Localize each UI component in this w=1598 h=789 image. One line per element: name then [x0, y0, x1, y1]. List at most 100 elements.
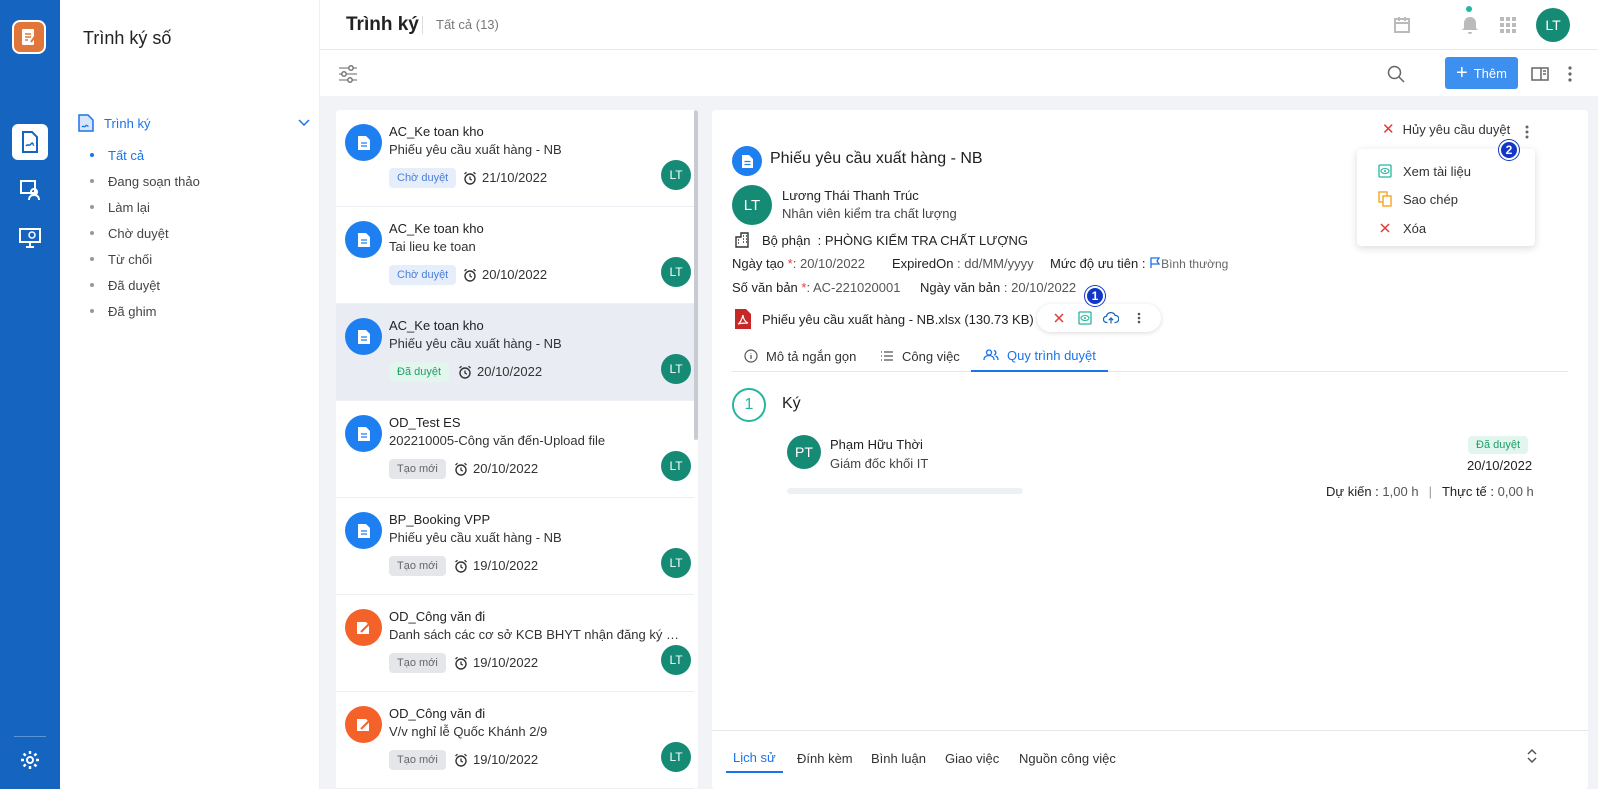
tab-nguon-cong-viec[interactable]: Nguồn công việc [1019, 743, 1116, 773]
sidebar-item-label: Chờ duyệt [108, 225, 169, 241]
eta-value: 1,00 h [1382, 484, 1419, 499]
list-item[interactable]: OD_Công văn đi V/v nghỉ lễ Quốc Khánh 2/… [336, 692, 694, 789]
list-item[interactable]: OD_Công văn đi Danh sách các cơ sở KCB B… [336, 595, 694, 692]
item-title: Phiếu yêu cầu xuất hàng - NB [389, 530, 562, 545]
tab-quy-trinh-duyet[interactable]: Quy trình duyệt [971, 340, 1108, 372]
menu-item-xoa[interactable]: Xóa [1377, 218, 1426, 238]
item-count: Tất cả (13) [436, 17, 499, 32]
filter-sliders-icon[interactable] [336, 62, 360, 86]
add-button[interactable]: + Thêm [1445, 57, 1518, 89]
app-logo-icon[interactable] [12, 20, 46, 54]
preview-eye-icon[interactable] [1077, 310, 1093, 326]
item-date-text: 21/10/2022 [482, 170, 548, 185]
approver-avatar: PT [787, 435, 821, 469]
tab-label: Công việc [902, 348, 960, 364]
building-icon [735, 232, 749, 248]
expired-on: ExpiredOn : dd/MM/yyyy [892, 256, 1034, 271]
sidebar-item-dang-soan-thao[interactable]: Đang soạn thảo [90, 168, 200, 194]
document-icon [345, 415, 382, 452]
calendar-icon[interactable] [1390, 13, 1414, 37]
sidebar-item-label: Đã duyệt [108, 277, 161, 293]
attachment-row[interactable]: Phiếu yêu cầu xuất hàng - NB.xlsx (130.7… [732, 307, 1034, 331]
tab-giao-viec[interactable]: Giao việc [945, 743, 999, 773]
menu-item-xem-tai-lieu[interactable]: Xem tài liệu [1377, 161, 1471, 181]
status-badge: Tạo mới [389, 459, 446, 479]
sidebar-item-cho-duyet[interactable]: Chờ duyệt [90, 220, 200, 246]
bullet [90, 153, 94, 157]
cloud-upload-icon[interactable] [1103, 310, 1119, 326]
flag-icon [1150, 257, 1161, 268]
avatar: LT [661, 257, 691, 287]
item-date: 19/10/2022 [454, 655, 538, 670]
item-date-text: 19/10/2022 [473, 752, 539, 767]
alarm-clock-icon [464, 171, 476, 185]
sidebar-item-da-ghim[interactable]: Đã ghim [90, 298, 200, 324]
list-item[interactable]: AC_Ke toan kho Tai lieu ke toan Chờ duyệ… [336, 207, 694, 304]
document-signature-icon [78, 114, 94, 132]
docno-value: : AC-221020001 [806, 280, 901, 295]
item-date-text: 19/10/2022 [473, 558, 539, 573]
separator: | [1428, 484, 1432, 499]
sidebar-item-tat-ca[interactable]: Tất cả [90, 142, 200, 168]
creator-avatar: LT [732, 185, 772, 225]
time-estimate: Dự kiến : 1,00 h | Thực tế : 0,00 h [1326, 484, 1534, 499]
more-vertical-icon[interactable] [1558, 62, 1582, 86]
tab-dinh-kem[interactable]: Đính kèm [797, 743, 853, 773]
alarm-clock-icon [455, 559, 467, 573]
approval-person-icon[interactable] [12, 172, 48, 208]
sidebar-item-label: Tất cả [108, 147, 145, 163]
list-item[interactable]: AC_Ke toan kho Phiếu yêu cầu xuất hàng -… [336, 110, 694, 207]
item-group: OD_Công văn đi [389, 609, 486, 624]
sidebar-group-trinh-ky[interactable]: Trình ký [78, 112, 310, 134]
status-badge: Tạo mới [389, 653, 446, 673]
more-vertical-icon[interactable] [1520, 122, 1534, 142]
chevron-down-icon[interactable] [298, 119, 310, 127]
tab-lich-su[interactable]: Lịch sử [726, 743, 783, 773]
bell-icon[interactable] [1458, 13, 1482, 37]
tab-cong-viec[interactable]: Công việc [880, 340, 960, 372]
sidebar-item-tu-choi[interactable]: Từ chối [90, 246, 200, 272]
sidebar-item-da-duyet[interactable]: Đã duyệt [90, 272, 200, 298]
approval-progress-bar [787, 488, 1023, 494]
gear-icon[interactable] [12, 742, 48, 778]
top-bar: Trình ký Tất cả (13) LT [320, 0, 1598, 50]
apps-grid-icon[interactable] [1496, 13, 1520, 37]
signing-doc-icon[interactable] [12, 124, 48, 160]
main-area: Trình ký Tất cả (13) LT + Thêm AC_Ke toa… [320, 0, 1598, 789]
delete-file-close-icon[interactable] [1051, 310, 1067, 326]
item-date: 21/10/2022 [463, 170, 547, 185]
split-view-icon[interactable] [1528, 62, 1552, 86]
menu-item-label: Xem tài liệu [1403, 163, 1471, 179]
created-value: : 20/10/2022 [792, 256, 866, 271]
list-item[interactable]: OD_Test ES 202210005-Công văn đến-Upload… [336, 401, 694, 498]
creator-name: Lương Thái Thanh Trúc [782, 188, 919, 203]
status-badge: Tạo mới [389, 750, 446, 770]
more-vertical-icon[interactable] [1131, 310, 1147, 326]
sidebar-item-lam-lai[interactable]: Làm lại [90, 194, 200, 220]
tab-binh-luan[interactable]: Bình luận [871, 743, 926, 773]
sidebar-menu: Tất cả Đang soạn thảo Làm lại Chờ duyệt … [90, 142, 200, 324]
user-avatar[interactable]: LT [1536, 8, 1570, 42]
attachment-file-name: Phiếu yêu cầu xuất hàng - NB.xlsx (130.7… [762, 311, 1034, 327]
item-group: OD_Công văn đi [389, 706, 486, 721]
preview-eye-icon [1377, 164, 1393, 178]
list-item[interactable]: BP_Booking VPP Phiếu yêu cầu xuất hàng -… [336, 498, 694, 595]
avatar: LT [661, 742, 691, 772]
docno-label: Số văn bản [732, 280, 798, 295]
item-group: OD_Test ES [389, 415, 461, 430]
alarm-clock-icon [455, 753, 467, 767]
list-item-selected[interactable]: AC_Ke toan kho Phiếu yêu cầu xuất hàng -… [336, 304, 694, 401]
item-date-text: 20/10/2022 [477, 364, 543, 379]
tab-mo-ta-ngan-gon[interactable]: Mô tả ngắn gọn [744, 340, 856, 372]
avatar: LT [661, 548, 691, 578]
monitor-search-icon[interactable] [12, 220, 48, 256]
close-icon [1377, 223, 1393, 233]
cancel-approval-button[interactable]: ✕ Hủy yêu cầu duyệt [1382, 120, 1510, 138]
expand-collapse-icon[interactable] [1522, 745, 1542, 767]
list-scrollbar[interactable] [694, 110, 698, 440]
bullet [90, 179, 94, 183]
menu-item-sao-chep[interactable]: Sao chép [1377, 189, 1458, 209]
search-icon[interactable] [1384, 62, 1408, 86]
title-divider [422, 16, 423, 34]
sidebar-item-label: Đã ghim [108, 303, 157, 319]
